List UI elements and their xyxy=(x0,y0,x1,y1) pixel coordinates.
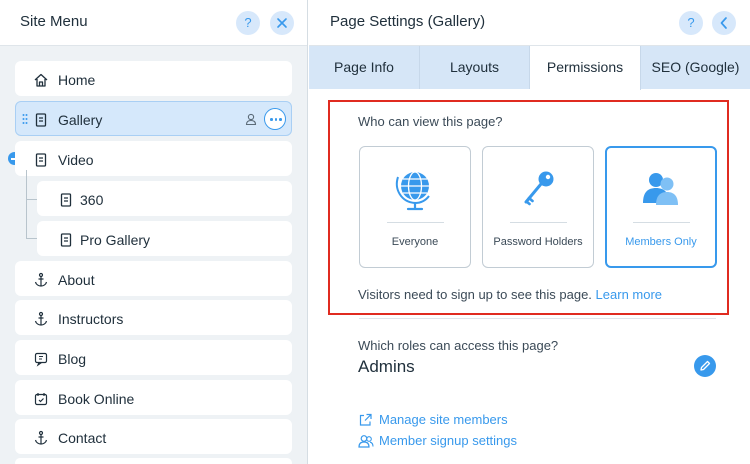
menu-item-blog[interactable]: Blog xyxy=(15,340,292,375)
anchor-icon xyxy=(34,272,48,287)
menu-item-label: About xyxy=(58,272,95,288)
page-icon xyxy=(60,193,72,207)
close-icon xyxy=(277,18,287,28)
members-icon xyxy=(358,435,374,448)
page-icon xyxy=(60,233,72,247)
tab-layouts[interactable]: Layouts xyxy=(420,46,530,89)
learn-more-link[interactable]: Learn more xyxy=(596,287,662,302)
menu-item-home[interactable]: Home xyxy=(15,61,292,96)
tree-connector xyxy=(26,170,27,238)
page-settings-panel: Page Settings (Gallery) ? Page Info Layo… xyxy=(309,0,750,464)
members-icon xyxy=(643,173,678,205)
option-password-holders[interactable]: Password Holders xyxy=(482,146,594,268)
menu-item-label: Gallery xyxy=(58,112,103,128)
tab-seo-google[interactable]: SEO (Google) xyxy=(641,46,750,89)
home-icon xyxy=(34,73,48,87)
site-menu-panel: Site Menu ? Home Gallery Video 360 Pro G… xyxy=(0,0,308,464)
tab-permissions[interactable]: Permissions xyxy=(530,46,641,90)
page-icon xyxy=(35,153,47,167)
drag-handle-icon[interactable] xyxy=(22,113,28,125)
tree-connector xyxy=(26,199,37,200)
menu-item-about[interactable]: About xyxy=(15,261,292,296)
site-menu-header: Site Menu ? xyxy=(0,0,307,46)
menu-item-label: Instructors xyxy=(58,311,124,327)
option-label: Everyone xyxy=(391,236,439,248)
menu-item-label: Video xyxy=(58,152,94,168)
option-everyone[interactable]: Everyone xyxy=(359,146,471,268)
menu-item-360[interactable]: 360 xyxy=(37,181,292,216)
help-icon: ? xyxy=(244,15,252,30)
help-button[interactable]: ? xyxy=(679,11,703,35)
menu-item-label: Contact xyxy=(58,430,107,446)
menu-item-label: Home xyxy=(58,72,96,88)
close-button[interactable] xyxy=(270,11,294,35)
tab-page-info[interactable]: Page Info xyxy=(309,46,420,89)
page-settings-header: Page Settings (Gallery) ? xyxy=(309,0,750,46)
globe-icon xyxy=(396,171,430,211)
roles-value: Admins xyxy=(358,357,415,376)
chevron-left-icon xyxy=(720,17,727,29)
menu-item-contact[interactable]: Contact xyxy=(15,419,292,454)
help-button[interactable]: ? xyxy=(236,11,260,35)
divider xyxy=(510,222,567,223)
page-icon xyxy=(35,113,47,127)
help-icon: ? xyxy=(687,15,695,30)
link-label: Manage site members xyxy=(379,412,508,427)
anchor-icon xyxy=(34,311,48,326)
who-can-view-label: Who can view this page? xyxy=(358,114,503,129)
menu-item-instructors[interactable]: Instructors xyxy=(15,300,292,335)
menu-item-label: 360 xyxy=(80,192,104,208)
link-label: Member signup settings xyxy=(379,433,518,448)
external-link-icon xyxy=(359,413,372,426)
site-menu-title: Site Menu xyxy=(20,13,88,30)
divider xyxy=(633,222,690,223)
members-permission-icon xyxy=(245,113,257,126)
roles-question: Which roles can access this page? xyxy=(358,338,559,353)
menu-item-label: Book Online xyxy=(58,391,135,407)
divider xyxy=(387,222,444,223)
menu-item-label: Pro Gallery xyxy=(80,232,151,248)
option-label: Members Only xyxy=(625,236,697,248)
menu-item-pro-gallery[interactable]: Pro Gallery xyxy=(37,221,292,256)
divider xyxy=(359,318,716,319)
menu-item-label: Blog xyxy=(58,351,87,367)
edit-roles-button[interactable] xyxy=(694,355,716,377)
calendar-icon xyxy=(34,393,48,406)
page-settings-title: Page Settings (Gallery) xyxy=(330,13,486,30)
menu-item-partial[interactable] xyxy=(15,458,292,464)
settings-tabs: Page Info Layouts Permissions SEO (Googl… xyxy=(309,46,750,90)
pencil-icon xyxy=(700,360,711,371)
menu-item-book-online[interactable]: Book Online xyxy=(15,380,292,415)
key-icon xyxy=(524,171,554,206)
option-members-only[interactable]: Members Only xyxy=(605,146,717,268)
note-text: Visitors need to sign up to see this pag… xyxy=(358,287,592,302)
menu-item-video[interactable]: Video xyxy=(15,141,292,176)
visitors-note: Visitors need to sign up to see this pag… xyxy=(358,287,662,302)
back-button[interactable] xyxy=(712,11,736,35)
option-label: Password Holders xyxy=(493,236,583,248)
tree-connector xyxy=(26,238,37,239)
anchor-icon xyxy=(34,430,48,445)
blog-icon xyxy=(34,352,48,367)
more-actions-button[interactable] xyxy=(264,108,286,130)
